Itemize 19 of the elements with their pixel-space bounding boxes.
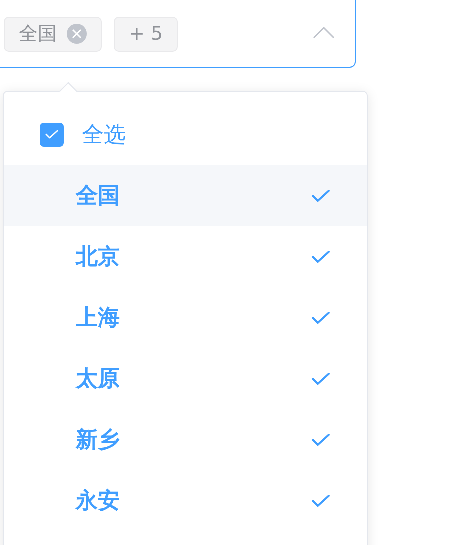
selected-tag: 全国 xyxy=(4,16,102,52)
caret-icon[interactable] xyxy=(313,27,335,39)
dropdown-option[interactable]: 上海 xyxy=(4,287,367,348)
dropdown-option[interactable]: 永安 xyxy=(4,470,367,531)
check-icon xyxy=(311,250,331,264)
dropdown-option[interactable]: 北京 xyxy=(4,226,367,287)
dropdown-option[interactable]: 全国 xyxy=(4,165,367,226)
select-all-checkbox[interactable]: 全选 xyxy=(4,104,367,165)
dropdown-option[interactable]: 新乡 xyxy=(4,409,367,470)
check-icon xyxy=(311,372,331,386)
multi-select-field[interactable]: 全国 + 5 xyxy=(0,0,356,68)
dropdown-option[interactable]: 太原 xyxy=(4,348,367,409)
check-icon xyxy=(311,188,331,202)
check-icon xyxy=(311,494,331,508)
checkbox-icon[interactable] xyxy=(40,122,64,146)
check-icon xyxy=(311,432,331,446)
check-icon xyxy=(311,310,331,324)
close-icon[interactable] xyxy=(67,24,87,44)
selected-tag: + 5 xyxy=(114,16,178,52)
